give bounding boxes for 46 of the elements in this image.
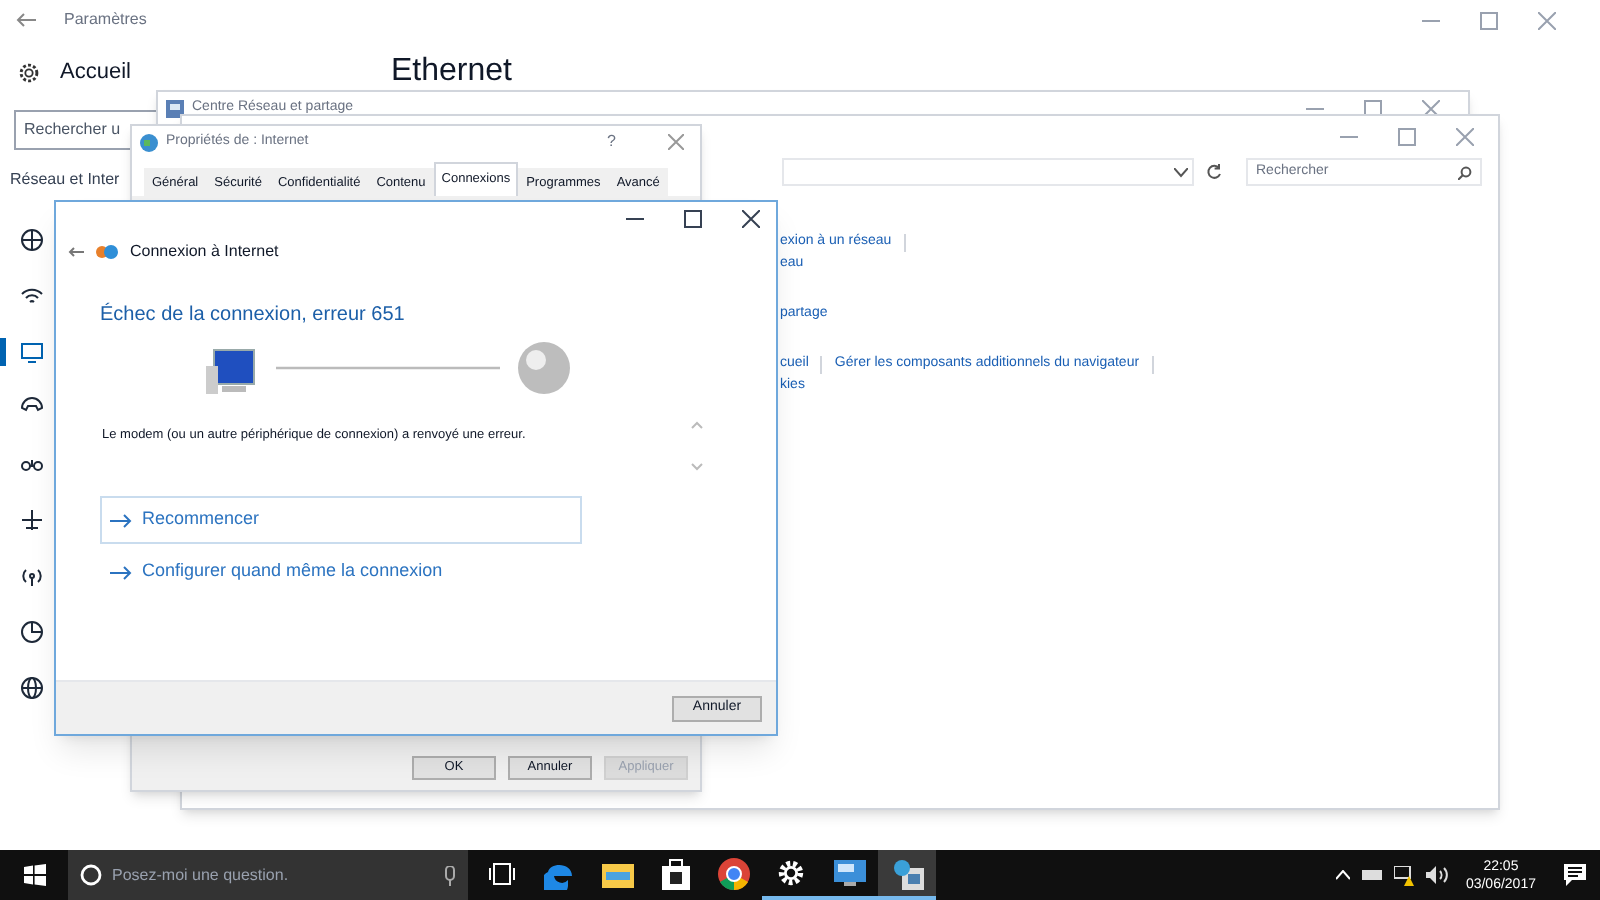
close-icon[interactable] bbox=[742, 209, 760, 227]
monitor-icon[interactable] bbox=[20, 340, 44, 364]
home-link[interactable]: Accueil bbox=[60, 55, 131, 89]
globe-icon[interactable] bbox=[20, 228, 44, 252]
device-icon[interactable] bbox=[1361, 868, 1382, 882]
chevron-down-icon[interactable] bbox=[1174, 167, 1188, 177]
globe-icon[interactable] bbox=[20, 676, 44, 700]
pie-icon[interactable] bbox=[20, 620, 44, 644]
notification-icon[interactable] bbox=[1564, 863, 1588, 887]
chevron-up-icon[interactable] bbox=[1335, 870, 1350, 880]
section-title: Réseau et Inter bbox=[10, 168, 120, 192]
scrollbar-drawing bbox=[690, 418, 704, 474]
globe-icon bbox=[140, 133, 158, 151]
back-arrow-icon[interactable] bbox=[16, 12, 36, 28]
network-icon bbox=[96, 244, 118, 260]
settings-icon[interactable] bbox=[18, 61, 40, 83]
network-icon bbox=[891, 857, 923, 889]
chrome-ball-icon bbox=[717, 857, 749, 889]
folder-icon bbox=[601, 859, 633, 887]
error-heading: Échec de la connexion, erreur 651 bbox=[100, 300, 407, 330]
antenna-icon[interactable] bbox=[20, 564, 44, 588]
settings-icon bbox=[776, 858, 806, 888]
search-field[interactable]: Posez-moi une question. bbox=[68, 850, 468, 900]
wifi-icon[interactable] bbox=[20, 284, 44, 308]
maximize-icon[interactable] bbox=[684, 209, 702, 227]
network-icon bbox=[166, 99, 184, 117]
taskbar-app[interactable] bbox=[878, 850, 936, 900]
command-link[interactable]: Recommencer bbox=[100, 496, 582, 544]
monitor-icon bbox=[833, 860, 865, 886]
back-arrow-icon[interactable] bbox=[68, 246, 84, 258]
network-warning-icon[interactable] bbox=[1393, 865, 1414, 885]
windows-logo-icon[interactable] bbox=[24, 864, 46, 886]
microphone-icon[interactable] bbox=[444, 865, 456, 885]
arrow-right-icon bbox=[110, 565, 132, 579]
circle-icon bbox=[80, 864, 102, 886]
volume-icon[interactable] bbox=[1425, 866, 1448, 884]
help-button[interactable]: ? bbox=[607, 130, 616, 154]
shopping-bag-icon bbox=[661, 857, 689, 889]
window-title: Paramètres bbox=[64, 8, 147, 32]
arrow-right-icon bbox=[110, 513, 132, 527]
task-view-icon bbox=[487, 861, 515, 885]
refresh-icon[interactable] bbox=[1206, 164, 1222, 180]
search-icon[interactable] bbox=[1458, 165, 1472, 179]
wizard-title: Connexion à Internet bbox=[130, 240, 279, 264]
command-link[interactable]: Configurer quand même la connexion bbox=[100, 548, 582, 596]
page-heading: Ethernet bbox=[390, 56, 512, 88]
